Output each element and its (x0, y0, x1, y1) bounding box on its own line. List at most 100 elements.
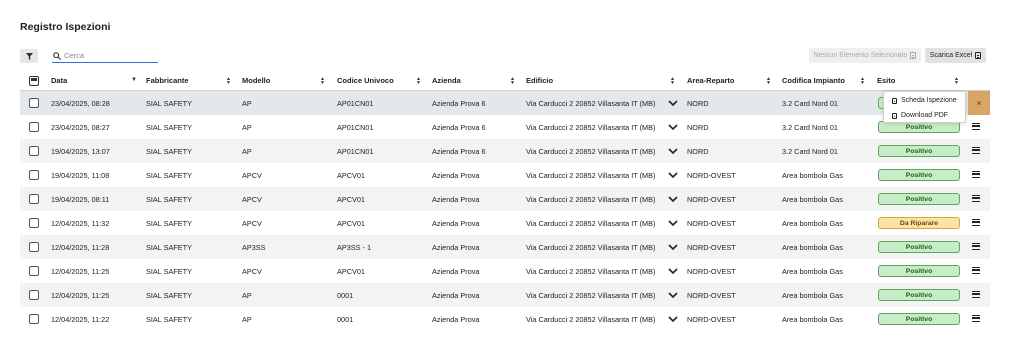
sort-icon[interactable]: ▲ ▼ (954, 77, 959, 86)
chevron-down-icon[interactable] (668, 291, 678, 299)
cell-fabbricante: SIAL SAFETY (146, 290, 192, 300)
cell-modello: AP3SS (242, 242, 266, 252)
page-title: Registro Ispezioni (20, 21, 111, 33)
column-header-area-reparto[interactable]: Area-Reparto (687, 70, 735, 91)
cell-data: 19/04/2025, 11:08 (51, 170, 110, 180)
row-checkbox[interactable] (29, 242, 39, 252)
table-row[interactable]: 19/04/2025, 11:08 SIAL SAFETY APCV APCV01 Az… (20, 163, 990, 187)
document-icon (892, 112, 897, 119)
cell-edificio: Via Carducci 2 20852 Villasanta IT (MB) (526, 218, 656, 228)
cell-area-reparto: NORD-OVEST (687, 290, 736, 300)
hamburger-menu-icon[interactable] (972, 219, 980, 226)
cell-edificio: Via Carducci 2 20852 Villasanta IT (MB) (526, 242, 656, 252)
table-row[interactable]: 12/04/2025, 11:28 SIAL SAFETY AP3SS AP3SS -… (20, 235, 990, 259)
row-checkbox[interactable] (29, 266, 39, 276)
chevron-down-icon[interactable] (668, 195, 678, 203)
chevron-down-icon[interactable] (668, 171, 678, 179)
table-row[interactable]: 12/04/2025, 11:22 SIAL SAFETY AP 0001 Aziend… (20, 307, 990, 331)
menu-item-label: Scheda Ispezione (901, 97, 957, 104)
hamburger-menu-icon[interactable] (972, 147, 980, 154)
chevron-down-icon[interactable] (668, 267, 678, 275)
column-header-fabbricante[interactable]: Fabbricante (146, 70, 189, 91)
cell-azienda: Azienda Prova (432, 242, 480, 252)
cell-codice-univoco: APCV01 (337, 218, 365, 228)
cell-area-reparto: NORD-OVEST (687, 266, 736, 276)
sort-icon[interactable]: ▲ ▼ (416, 77, 421, 86)
row-checkbox[interactable] (29, 218, 39, 228)
sort-icon[interactable]: ▲ ▼ (320, 77, 325, 86)
chevron-down-icon[interactable] (668, 243, 678, 251)
row-checkbox[interactable] (29, 122, 39, 132)
sort-icon[interactable]: ▲ ▼ (860, 77, 865, 86)
cell-modello: APCV (242, 170, 262, 180)
column-header-codifica-impianto[interactable]: Codifica Impianto (782, 70, 845, 91)
status-badge: Da Riparare (878, 217, 960, 229)
cell-codifica-impianto: Area bombola Gas (782, 218, 843, 228)
close-menu-button[interactable]: × (968, 91, 990, 115)
table-row[interactable]: 12/04/2025, 11:25 SIAL SAFETY AP 0001 Aziend… (20, 283, 990, 307)
table-row[interactable]: 19/04/2025, 13:07 SIAL SAFETY AP AP01CN01 Az… (20, 139, 990, 163)
chevron-down-icon[interactable] (668, 99, 678, 107)
cell-fabbricante: SIAL SAFETY (146, 242, 192, 252)
row-checkbox[interactable] (29, 290, 39, 300)
cell-edificio: Via Carducci 2 20852 Villasanta IT (MB) (526, 170, 656, 180)
column-header-esito[interactable]: Esito (877, 70, 895, 91)
hamburger-menu-icon[interactable] (972, 267, 980, 274)
table-row[interactable]: 23/04/2025, 08:27 SIAL SAFETY AP AP01CN01 Az… (20, 115, 990, 139)
cell-azienda: Azienda Prova (432, 194, 480, 204)
table-row[interactable]: 23/04/2025, 08:28 SIAL SAFETY AP AP01CN01 Az… (20, 91, 990, 115)
row-checkbox[interactable] (29, 194, 39, 204)
sort-icon[interactable]: ▲ ▼ (670, 77, 675, 86)
sort-icon[interactable]: ▲ ▼ (766, 77, 771, 86)
hamburger-menu-icon[interactable] (972, 195, 980, 202)
cell-fabbricante: SIAL SAFETY (146, 170, 192, 180)
menu-item-scheda-ispezione[interactable]: Scheda Ispezione (884, 94, 965, 107)
selected-elements-button[interactable]: Nessun Elemento Selezionato (809, 48, 921, 63)
search-input[interactable] (64, 51, 154, 60)
column-header-data[interactable]: Data (51, 70, 67, 91)
row-checkbox[interactable] (29, 170, 39, 180)
cell-azienda: Azienda Prova 6 (432, 146, 486, 156)
hamburger-menu-icon[interactable] (972, 291, 980, 298)
cell-edificio: Via Carducci 2 20852 Villasanta IT (MB) (526, 290, 656, 300)
search-icon (53, 51, 61, 60)
hamburger-menu-icon[interactable] (972, 243, 980, 250)
row-checkbox[interactable] (29, 314, 39, 324)
cell-modello: AP (242, 122, 252, 132)
search-field[interactable] (52, 49, 158, 63)
filter-button[interactable] (20, 49, 38, 63)
download-excel-label: Scarica Excel (929, 52, 973, 59)
column-header-modello[interactable]: Modello (242, 70, 270, 91)
hamburger-menu-icon[interactable] (972, 315, 980, 322)
status-badge: Positivo (878, 169, 960, 181)
table-row[interactable]: 12/04/2025, 11:25 SIAL SAFETY APCV APCV01 Az… (20, 259, 990, 283)
cell-codifica-impianto: 3.2 Card Nord 01 (782, 146, 838, 156)
table-row[interactable]: 12/04/2025, 11:32 SIAL SAFETY APCV APCV01 Az… (20, 211, 990, 235)
sort-desc-icon[interactable]: ▼ (131, 77, 137, 83)
column-header-codice-univoco[interactable]: Codice Univoco (337, 70, 394, 91)
cell-azienda: Azienda Prova (432, 170, 480, 180)
chevron-down-icon[interactable] (668, 123, 678, 131)
table-row[interactable]: 19/04/2025, 08:11 SIAL SAFETY APCV APCV01 Az… (20, 187, 990, 211)
status-badge: Positivo (878, 265, 960, 277)
chevron-down-icon[interactable] (668, 219, 678, 227)
column-header-azienda[interactable]: Azienda (432, 70, 461, 91)
status-badge: Positivo (878, 289, 960, 301)
inspections-table: Data ▼ Fabbricante ▲ ▼ Modello ▲ ▼ Codice … (20, 70, 990, 331)
column-header-edificio[interactable]: Edificio (526, 70, 553, 91)
sort-icon[interactable]: ▲ ▼ (510, 77, 515, 86)
cell-modello: APCV (242, 218, 262, 228)
cell-azienda: Azienda Prova (432, 290, 480, 300)
menu-item-download-pdf[interactable]: Download PDF (884, 109, 965, 122)
hamburger-menu-icon[interactable] (972, 123, 980, 130)
row-checkbox[interactable] (29, 98, 39, 108)
download-excel-button[interactable]: Scarica Excel (925, 48, 986, 63)
sort-icon[interactable]: ▲ ▼ (226, 77, 231, 86)
select-all-checkbox[interactable] (29, 76, 39, 86)
hamburger-menu-icon[interactable] (972, 171, 980, 178)
cell-codice-univoco: 0001 (337, 314, 354, 324)
row-checkbox[interactable] (29, 146, 39, 156)
chevron-down-icon[interactable] (668, 315, 678, 323)
cell-fabbricante: SIAL SAFETY (146, 122, 192, 132)
chevron-down-icon[interactable] (668, 147, 678, 155)
